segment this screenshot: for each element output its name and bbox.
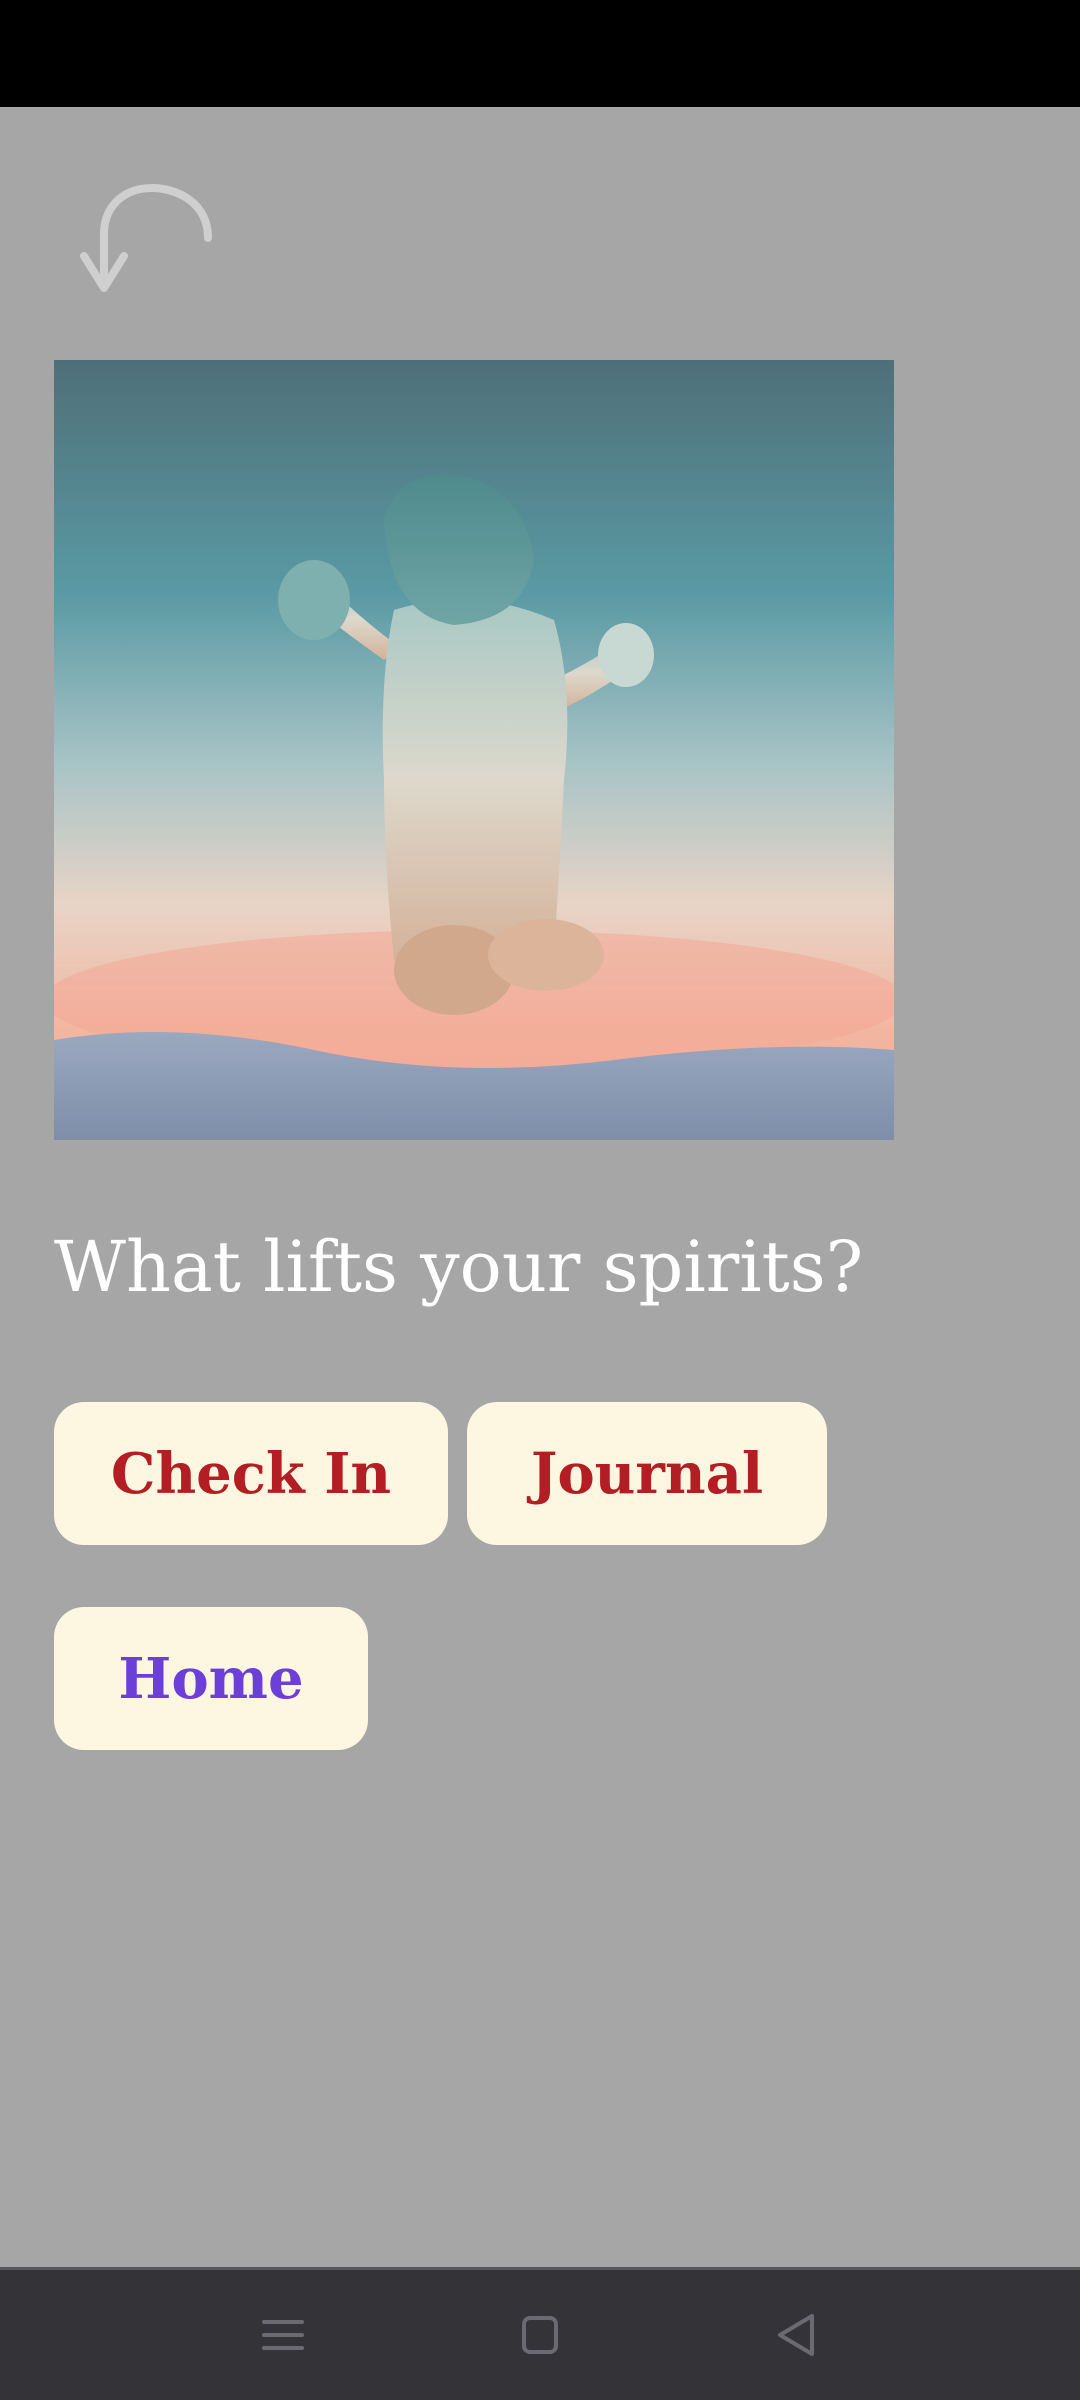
back-button[interactable] <box>80 180 230 310</box>
nav-menu-button[interactable] <box>248 2300 318 2370</box>
menu-icon <box>262 2320 304 2350</box>
journal-button[interactable]: Journal <box>467 1402 827 1545</box>
prompt-heading: What lifts your spirits? <box>54 1226 864 1308</box>
home-button[interactable]: Home <box>54 1607 368 1750</box>
system-navigation-bar <box>0 2267 1080 2400</box>
square-home-icon <box>522 2316 558 2354</box>
status-bar <box>0 0 1080 107</box>
triangle-back-icon <box>778 2314 814 2356</box>
undo-arrow-icon <box>80 183 212 292</box>
hero-image <box>54 360 894 1140</box>
nav-back-button[interactable] <box>762 2300 832 2370</box>
check-in-button[interactable]: Check In <box>54 1402 448 1545</box>
clay-figure-illustration <box>54 360 894 1140</box>
nav-home-button[interactable] <box>505 2300 575 2370</box>
